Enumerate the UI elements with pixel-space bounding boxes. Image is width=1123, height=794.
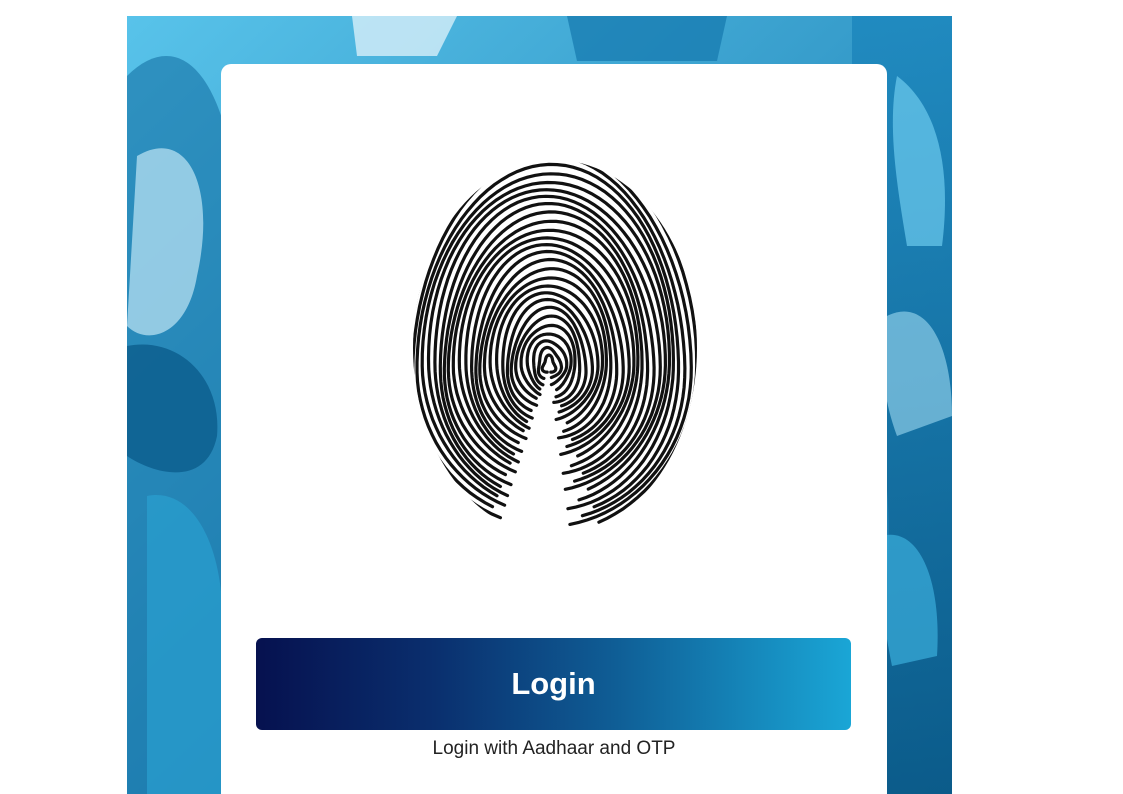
fingerprint-ridge — [540, 353, 558, 374]
login-button[interactable]: Login — [256, 638, 851, 730]
fingerprint-icon — [409, 156, 701, 540]
login-caption: Login with Aadhaar and OTP — [432, 738, 676, 759]
login-screen: Login Login with Aadhaar and OTP — [0, 0, 1123, 794]
login-card: Login Login with Aadhaar and OTP — [221, 64, 887, 794]
fingerprint-ridge — [536, 345, 564, 380]
